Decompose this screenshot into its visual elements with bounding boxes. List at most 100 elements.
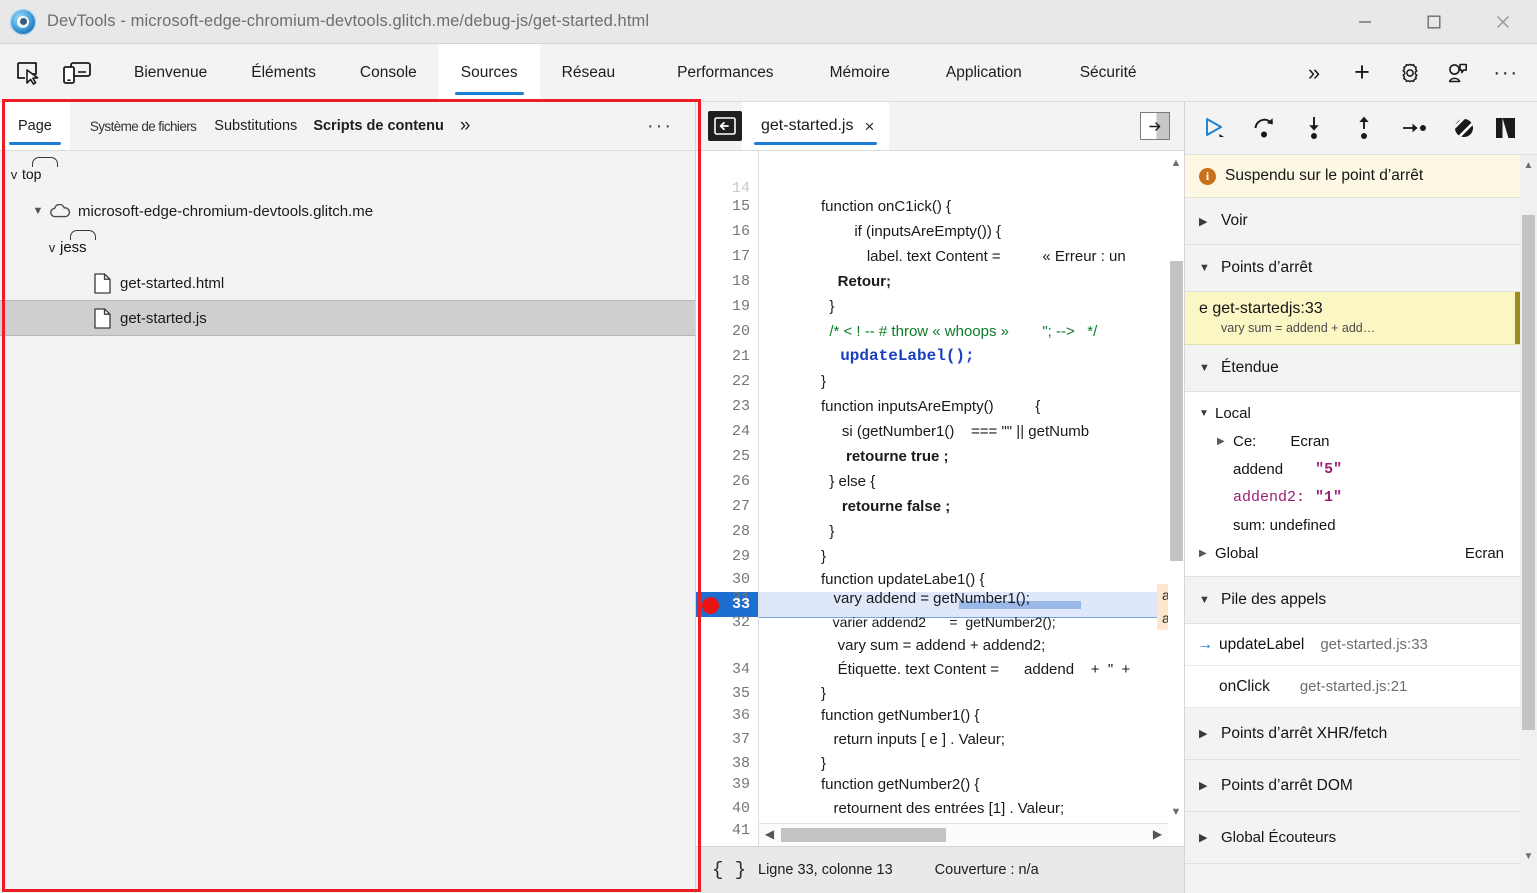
show-navigator-icon[interactable] (708, 111, 742, 141)
tab-console[interactable]: Console (338, 44, 439, 101)
chevron-right-icon[interactable]: ▶ (1199, 548, 1215, 559)
more-tabs-chevrons-icon[interactable]: » (1293, 52, 1335, 94)
source-tab-get-started-js[interactable]: get-started.js × (742, 102, 890, 150)
breakpoint-checkbox[interactable]: e (1199, 300, 1208, 317)
tab-securite[interactable]: Sécurité (1044, 44, 1159, 101)
chevron-down-icon[interactable]: ▼ (1199, 362, 1211, 374)
nav-tab-page[interactable]: Page (0, 102, 70, 150)
chevron-down-icon[interactable]: ▼ (30, 205, 46, 217)
show-debugger-icon[interactable] (1140, 112, 1170, 140)
chevron-down-icon[interactable]: ▼ (1199, 262, 1211, 274)
call-stack-row-updatelabel[interactable]: → updateLabel get-started.js:33 (1185, 624, 1520, 666)
scope-row-this[interactable]: ▶ Ce: Ecran (1185, 427, 1520, 455)
maximize-button[interactable] (1399, 0, 1468, 43)
scope-key: addend2: (1233, 488, 1306, 506)
tab-performances[interactable]: Performances (637, 44, 795, 101)
chevron-down-icon[interactable]: ▼ (1199, 594, 1211, 606)
settings-gear-icon[interactable] (1389, 52, 1431, 94)
horizontal-scroll-thumb[interactable] (781, 828, 946, 842)
chevron-right-icon[interactable]: ▶ (1199, 215, 1211, 228)
section-title: Points d’arrêt (1221, 259, 1313, 276)
more-options-dots-icon[interactable]: ··· (1485, 52, 1527, 94)
tab-elements[interactable]: Éléments (229, 44, 338, 101)
tree-item-folder-jess[interactable]: v jess (0, 228, 695, 266)
nav-tab-overrides[interactable]: Substitutions (208, 102, 303, 150)
pause-on-exceptions-icon[interactable] (1489, 104, 1523, 152)
scope-value: "1" (1315, 488, 1343, 506)
tab-application[interactable]: Application (912, 44, 1044, 101)
tree-item-get-started-js[interactable]: get-started.js (0, 300, 695, 336)
code-line-39: function getNumber2() { (821, 776, 980, 793)
scroll-left-icon[interactable]: ◀ (762, 827, 777, 842)
scope-row-addend2[interactable]: addend2: "1" (1185, 483, 1520, 511)
line-number-gutter[interactable] (696, 151, 759, 846)
code-line-36: function getNumber1() { (821, 707, 980, 724)
navigator-more-options-icon[interactable]: ··· (647, 102, 695, 150)
call-stack-row-onclick[interactable]: onClick get-started.js:21 (1185, 666, 1520, 708)
add-tab-plus-icon[interactable]: + (1341, 52, 1383, 94)
editor-vertical-scrollbar[interactable]: ▲ ▼ (1168, 151, 1184, 846)
nav-more-chevrons-icon[interactable]: » (454, 102, 477, 150)
close-icon[interactable]: × (864, 118, 874, 135)
scroll-down-icon[interactable]: ▼ (1522, 850, 1535, 863)
debugger-vertical-scrollbar[interactable]: ▲ ▼ (1520, 155, 1537, 893)
tab-sources[interactable]: Sources (438, 44, 540, 101)
section-dom-breakpoints[interactable]: ▶ Points d’arrêt DOM (1185, 760, 1520, 812)
section-scope[interactable]: ▼ Étendue (1185, 345, 1520, 392)
inspect-element-icon[interactable] (12, 56, 46, 90)
step-into-icon[interactable] (1289, 104, 1339, 152)
section-global-listeners[interactable]: ▶ Global Écouteurs (1185, 812, 1520, 864)
call-frame-location: get-started.js:21 (1299, 678, 1408, 695)
section-breakpoints[interactable]: ▼ Points d’arrêt (1185, 245, 1520, 292)
scroll-up-icon[interactable]: ▲ (1170, 157, 1182, 169)
vertical-scroll-thumb[interactable] (1170, 261, 1183, 561)
nav-tab-filesystem[interactable]: Système de fichiers (78, 102, 208, 150)
debugger-scroll-thumb[interactable] (1522, 215, 1535, 730)
editor-status-bar: { } Ligne 33, colonne 13 Couverture : n/… (696, 846, 1184, 893)
debugger-sections-scroll[interactable]: i Suspendu sur le point d’arrêt ▶ Voir ▼… (1185, 155, 1537, 893)
device-toolbar-icon[interactable] (60, 56, 94, 90)
tab-reseau[interactable]: Réseau (540, 44, 637, 101)
tree-item-get-started-html[interactable]: get-started.html (0, 266, 695, 300)
step-out-icon[interactable] (1339, 104, 1389, 152)
scope-value: Ecran (1290, 432, 1330, 450)
breakpoint-list-item[interactable]: e get-startedjs:33 vary sum = addend + a… (1185, 292, 1520, 345)
code-content[interactable]: function onC1ick() { if (inputsAreEmpty(… (759, 151, 1184, 846)
chevron-right-icon[interactable]: ▶ (1199, 779, 1211, 792)
tab-bienvenue[interactable]: Bienvenue (112, 44, 229, 101)
section-watch[interactable]: ▶ Voir (1185, 198, 1520, 245)
chevron-right-icon[interactable]: v (44, 240, 60, 255)
navigator-tabbar: Page Système de fichiers Substitutions S… (0, 102, 695, 151)
current-frame-arrow-icon: → (1197, 635, 1213, 653)
tree-item-top[interactable]: v top (0, 154, 695, 194)
scope-row-sum[interactable]: sum: undefined (1185, 511, 1520, 539)
scroll-down-icon[interactable]: ▼ (1170, 806, 1182, 818)
resume-script-icon[interactable] (1189, 104, 1239, 152)
scroll-right-icon[interactable]: ▶ (1150, 827, 1165, 842)
pretty-print-icon[interactable]: { } (712, 859, 758, 881)
scroll-up-icon[interactable]: ▲ (1522, 159, 1535, 172)
scope-local-group[interactable]: ▼ Local (1185, 399, 1520, 427)
chevron-right-icon[interactable]: v (6, 167, 22, 182)
section-xhr-breakpoints[interactable]: ▶ Points d’arrêt XHR/fetch (1185, 708, 1520, 760)
tab-memoire[interactable]: Mémoire (796, 44, 912, 101)
chevron-right-icon[interactable]: ▶ (1199, 727, 1211, 740)
horizontal-scrollbar[interactable]: ◀ ▶ (759, 823, 1168, 846)
deactivate-breakpoints-icon[interactable] (1439, 104, 1489, 152)
chevron-right-icon[interactable]: ▶ (1199, 831, 1211, 844)
nav-tab-content-scripts[interactable]: Scripts de contenu (303, 102, 454, 150)
code-editor[interactable]: function onC1ick() { if (inputsAreEmpty(… (696, 151, 1184, 846)
chevron-right-icon[interactable]: ▶ (1217, 436, 1233, 447)
tree-item-domain[interactable]: ▼ microsoft-edge-chromium-devtools.glitc… (0, 194, 695, 228)
toolbar-right-buttons: » + ··· (1293, 44, 1537, 101)
section-call-stack[interactable]: ▼ Pile des appels (1185, 577, 1520, 624)
minimize-button[interactable] (1330, 0, 1399, 43)
step-icon[interactable] (1389, 104, 1439, 152)
scope-row-addend[interactable]: addend "5" (1185, 455, 1520, 483)
chevron-down-icon[interactable]: ▼ (1199, 408, 1215, 419)
close-button[interactable] (1468, 0, 1537, 43)
scope-global-group[interactable]: ▶ Global Ecran (1185, 539, 1520, 567)
customize-icon[interactable] (1437, 52, 1479, 94)
file-icon (94, 272, 111, 294)
step-over-icon[interactable] (1239, 104, 1289, 152)
